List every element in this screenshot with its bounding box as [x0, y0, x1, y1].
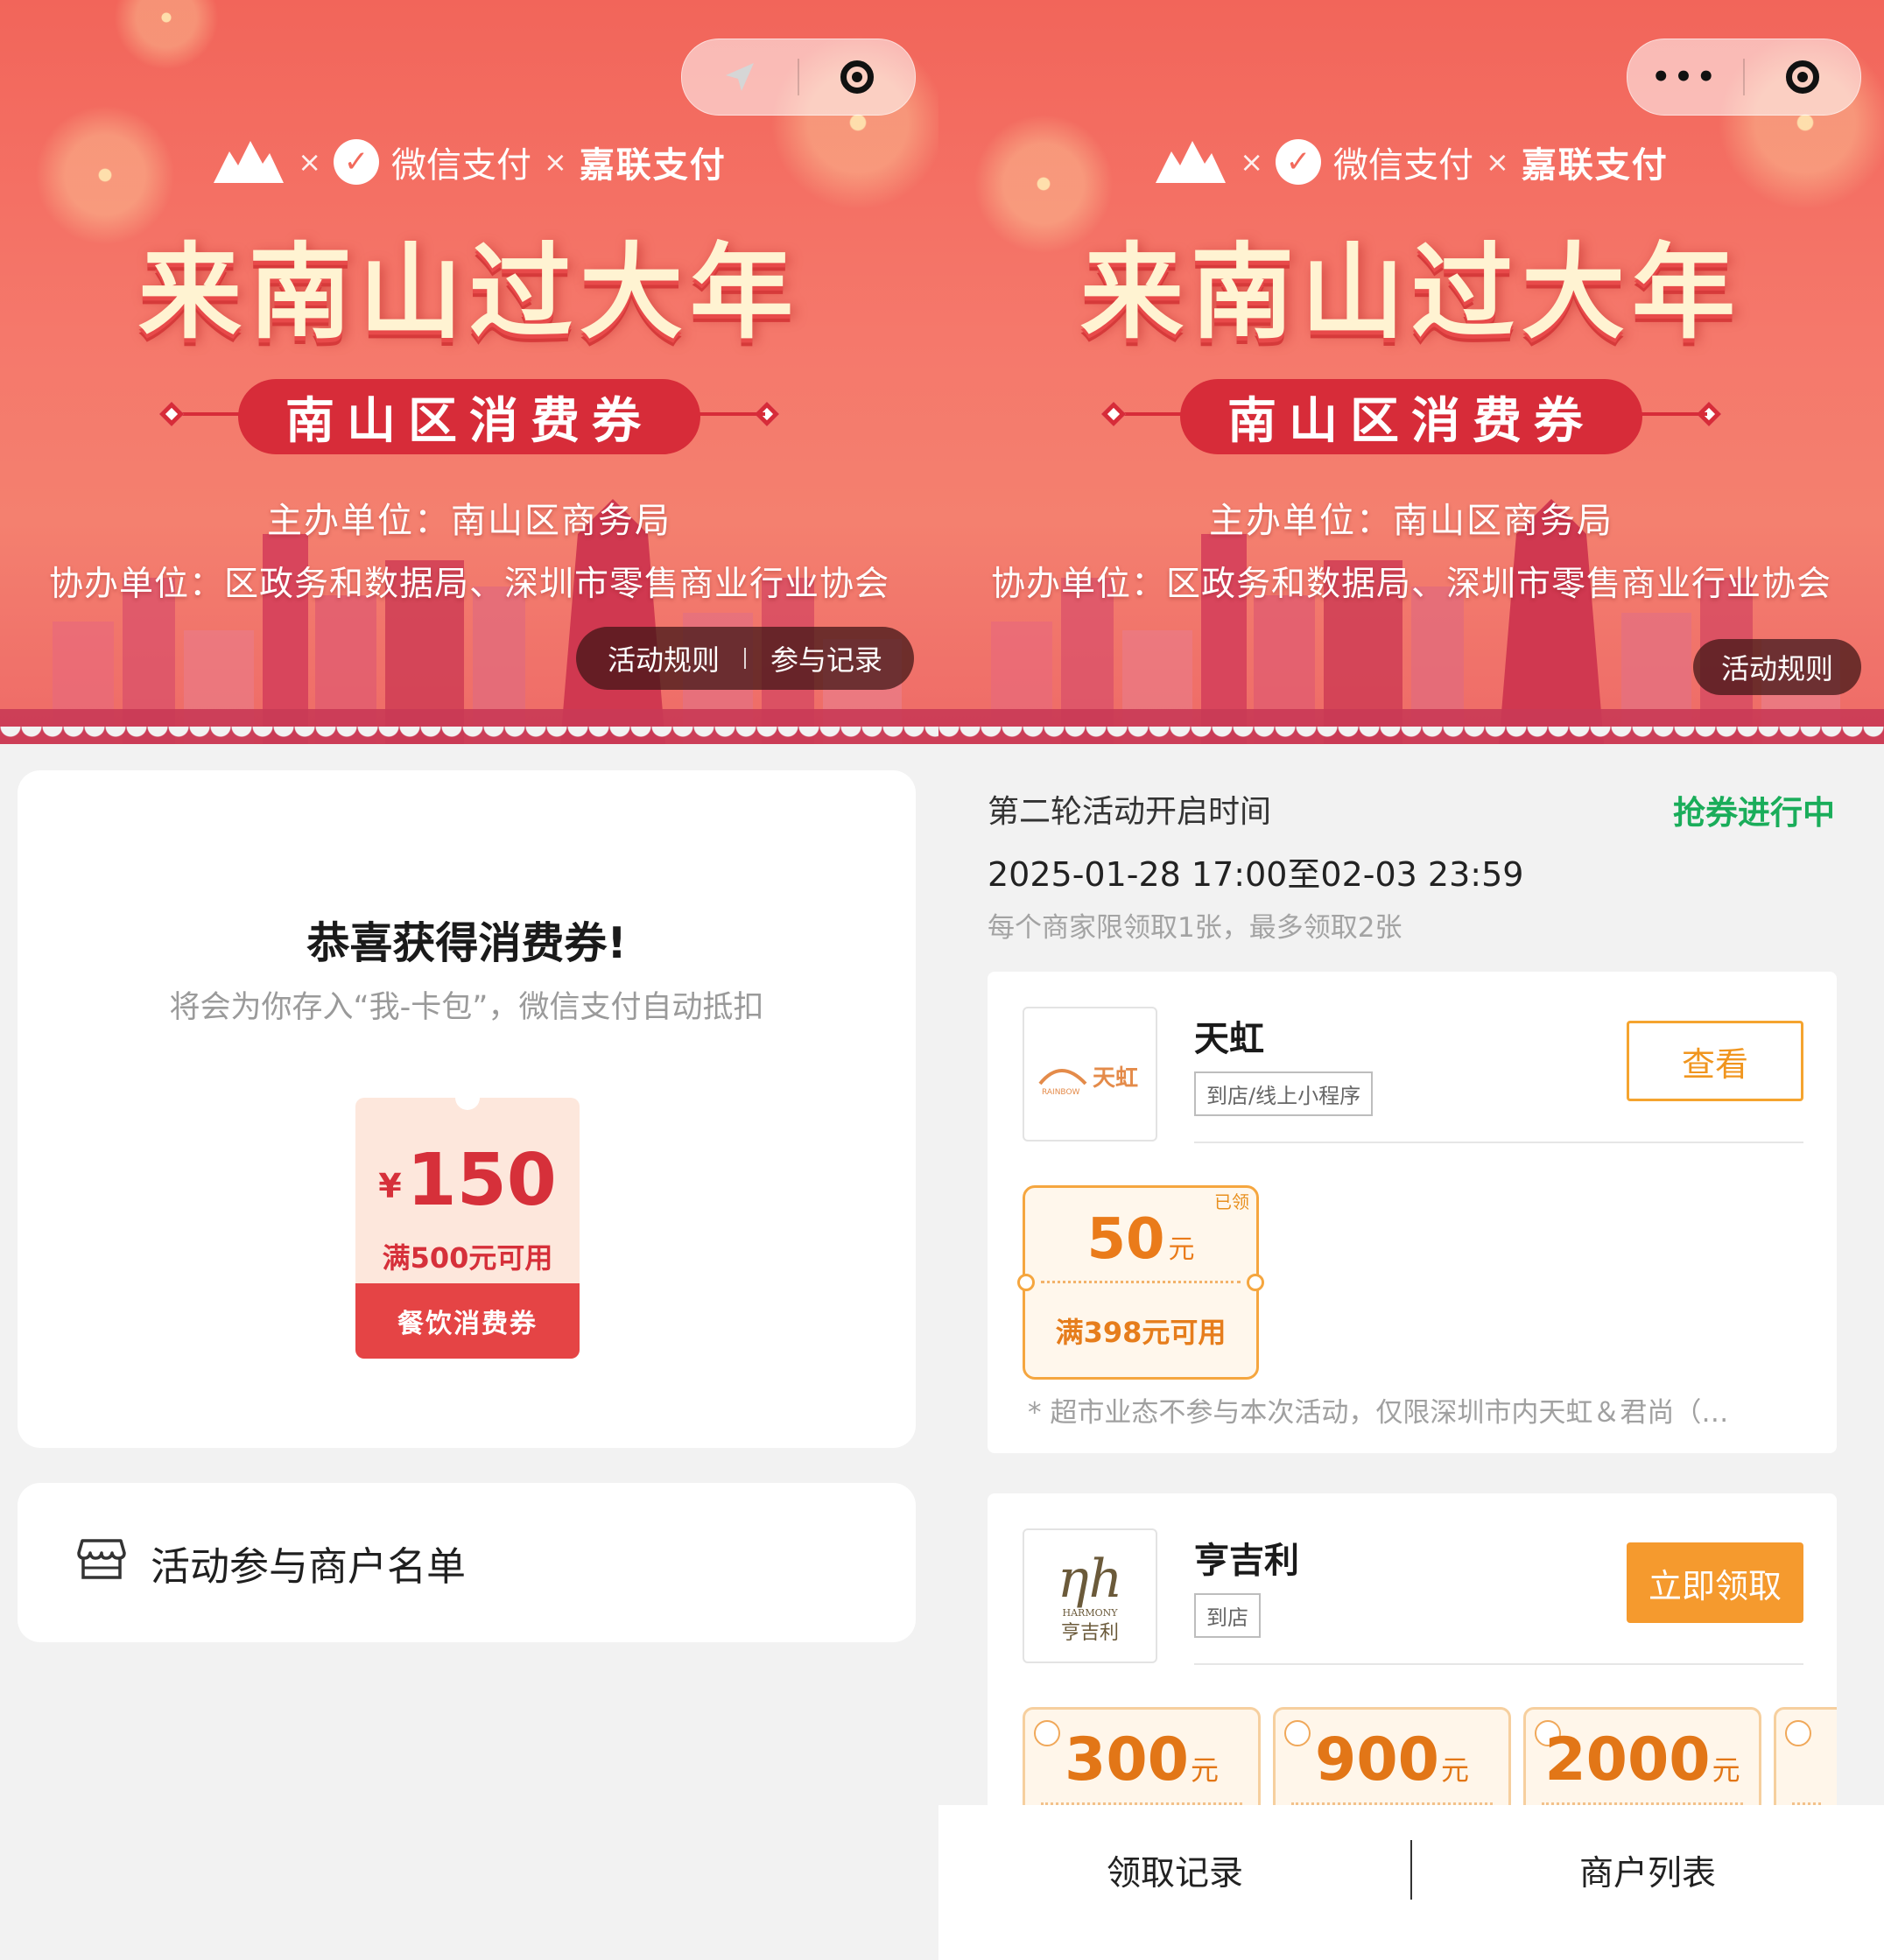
sponsor-wechat-pay: 微信支付 [391, 145, 531, 186]
event-banner: × ✓ 微信支付 × 嘉联支付 来南山过大年 南山区消费券 主办单位：南山区商务… [0, 0, 938, 744]
coupon-value: 300元 [1065, 1725, 1219, 1795]
organizer-text: 主办单位：南山区商务局 [267, 501, 671, 541]
round-time: 2025-01-28 17:00至02-03 23:59 [988, 855, 1524, 894]
banner-title: 来南山过大年 [1079, 231, 1742, 353]
svg-text:HARMONY: HARMONY [1063, 1607, 1119, 1619]
coupon-condition: 满398元可用 [1055, 1316, 1227, 1349]
store-icon [77, 1539, 126, 1579]
claim-now-button[interactable]: 立即领取 [1627, 1542, 1803, 1623]
close-target-icon[interactable] [799, 39, 915, 115]
diamond-ornament [158, 401, 185, 427]
ribbon-text: 南山区消费券 [1227, 391, 1595, 450]
rules-link[interactable]: 活动规则 [1721, 647, 1833, 687]
mini-program-capsule [681, 39, 916, 116]
left-screen: × ✓ 微信支付 × 嘉联支付 来南山过大年 南山区消费券 主办单位：南山区商务… [0, 0, 938, 1960]
sponsor-wechat-pay: 微信支付 [1333, 145, 1473, 186]
claimed-coupon[interactable]: 已领 50 元 满398元可用 [1017, 1185, 1264, 1380]
coupon-value: 50 元 [1086, 1207, 1195, 1272]
diamond-ornament [1696, 401, 1722, 427]
rules-pill: 活动规则 [1692, 639, 1861, 695]
coupon-radio[interactable] [1785, 1720, 1811, 1746]
organizer-text: 主办单位：南山区商务局 [1209, 501, 1613, 541]
harmony-logo-icon: ηh HARMONY 亨吉利 [1058, 1549, 1123, 1644]
coupon-hole [1247, 1274, 1264, 1291]
coupon-type: 餐饮消费券 [355, 1283, 580, 1359]
records-link[interactable]: 参与记录 [770, 638, 882, 678]
shop-name: 天虹 [1194, 1019, 1264, 1059]
firework-decoration [114, 0, 219, 70]
times-sign: × [1240, 145, 1263, 179]
win-subtitle: 将会为你存入“我-卡包”，微信支付自动抵扣 [169, 990, 764, 1025]
merchant-list-label: 活动参与商户名单 [151, 1542, 467, 1590]
scallop-edge [0, 727, 938, 744]
coupon-hole [1017, 1274, 1035, 1291]
times-sign: × [298, 145, 321, 179]
bottom-tab-bar: 领取记录 商户列表 [938, 1805, 1884, 1960]
diamond-ornament [1100, 401, 1127, 427]
coupon-condition: 满500元可用 [382, 1241, 553, 1275]
co-organizer-text: 协办单位：区政务和数据局、深圳市零售商业行业协会 [990, 565, 1831, 604]
tab-claim-records[interactable]: 领取记录 [938, 1805, 1411, 1936]
close-target-icon[interactable] [1745, 39, 1860, 115]
coupon-amount: ¥150 [378, 1139, 557, 1222]
event-banner: ••• × ✓ 微信支付 × 嘉联支付 来南山过大年 南山区消费券 主办单位：南… [938, 0, 1884, 744]
view-button[interactable]: 查看 [1627, 1021, 1803, 1101]
round-status-badge: 抢券进行中 [1673, 794, 1835, 832]
sponsor-row: × ✓ 微信支付 × 嘉联支付 [938, 131, 1884, 193]
mini-program-capsule: ••• [1627, 39, 1861, 116]
wechat-pay-icon: ✓ [334, 139, 379, 185]
svg-text:天虹: 天虹 [1093, 1065, 1138, 1092]
shop-tag: 到店/线上小程序 [1194, 1071, 1374, 1116]
wechat-pay-icon: ✓ [1276, 139, 1321, 185]
more-dots-icon[interactable]: ••• [1627, 39, 1743, 115]
times-sign: × [544, 145, 567, 179]
shop-tag: 到店 [1194, 1593, 1261, 1638]
shop-name: 亨吉利 [1194, 1541, 1299, 1581]
banner-ribbon: 南山区消费券 [1100, 379, 1722, 454]
rainbow-logo-icon: RAINBOW 天虹 [1038, 1065, 1138, 1097]
co-organizer-text: 协办单位：区政务和数据局、深圳市零售商业行业协会 [48, 565, 889, 604]
coupon-value: 2000元 [1544, 1725, 1740, 1795]
shop-divider [1194, 1663, 1803, 1665]
sponsor-row: × ✓ 微信支付 × 嘉联支付 [0, 131, 938, 193]
svg-text:亨吉利: 亨吉利 [1061, 1622, 1119, 1644]
banner-title: 来南山过大年 [137, 231, 800, 353]
svg-text:ηh: ηh [1058, 1549, 1123, 1610]
coupon-value: 900元 [1315, 1725, 1469, 1795]
scallop-edge [938, 727, 1884, 744]
win-result-card: 恭喜获得消费券! 将会为你存入“我-卡包”，微信支付自动抵扣 ¥150 满500… [18, 770, 916, 1448]
rules-link[interactable]: 活动规则 [608, 638, 720, 678]
svg-text:RAINBOW: RAINBOW [1042, 1088, 1080, 1097]
coupon-ticket[interactable]: ¥150 满500元可用 餐饮消费券 [355, 1098, 580, 1359]
tab-merchant-list[interactable]: 商户列表 [1411, 1805, 1884, 1936]
shop-logo: RAINBOW 天虹 [1023, 1007, 1157, 1142]
shop-logo: ηh HARMONY 亨吉利 [1023, 1528, 1157, 1663]
shop-card: ηh HARMONY 亨吉利 亨吉利 到店 立即领取 300元 900元 200… [988, 1493, 1837, 1847]
times-sign: × [1486, 145, 1509, 179]
round-title: 第二轮活动开启时间 [988, 794, 1272, 830]
shop-divider [1194, 1142, 1803, 1143]
location-arrow-icon[interactable] [682, 39, 798, 115]
banner-ribbon: 南山区消费券 [158, 379, 780, 454]
nanshan-logo-icon [214, 141, 285, 183]
ticket-notch [455, 1098, 480, 1110]
nanshan-logo-icon [1156, 141, 1227, 183]
pill-divider [743, 648, 746, 669]
shop-note: * 超市业态不参与本次活动，仅限深圳市内天虹＆君尚（… [1028, 1397, 1729, 1429]
sponsor-jialian-pay: 嘉联支付 [579, 145, 727, 186]
win-title: 恭喜获得消费券! [306, 918, 627, 968]
round-limit-note: 每个商家限领取1张，最多领取2张 [988, 912, 1402, 944]
right-screen: ••• × ✓ 微信支付 × 嘉联支付 来南山过大年 南山区消费券 主办单位：南… [938, 0, 1884, 1960]
merchant-list-entry[interactable]: 活动参与商户名单 [18, 1483, 916, 1642]
ribbon-text: 南山区消费券 [285, 391, 653, 450]
diamond-ornament [754, 401, 780, 427]
rules-records-pill: 活动规则 参与记录 [575, 627, 914, 690]
sponsor-jialian-pay: 嘉联支付 [1521, 145, 1669, 186]
shop-card: RAINBOW 天虹 天虹 到店/线上小程序 查看 已领 50 元 满398元可用… [988, 972, 1837, 1453]
coupon-dotted-line [1041, 1281, 1241, 1283]
